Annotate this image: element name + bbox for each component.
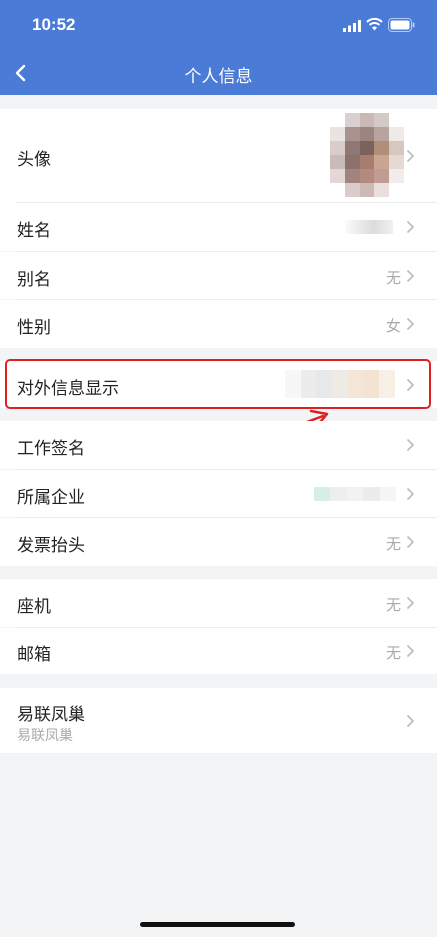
chevron-right-icon [406, 714, 415, 728]
nav-bar: 个人信息 [0, 50, 437, 95]
row-invoice-title[interactable]: 发票抬头 无 [0, 518, 437, 566]
row-label: 邮箱 [17, 645, 51, 665]
header: 10:52 个人信息 [0, 0, 437, 95]
status-bar: 10:52 [0, 0, 437, 50]
row-label: 发票抬头 [17, 536, 85, 556]
row-label: 座机 [17, 597, 51, 617]
row-label: 头像 [17, 150, 51, 170]
row-work-signature[interactable]: 工作签名 [0, 421, 437, 469]
avatar [330, 113, 404, 197]
battery-icon [388, 18, 415, 32]
row-value: 无 [385, 596, 401, 614]
chevron-right-icon [406, 269, 415, 283]
row-value: 无 [385, 644, 401, 662]
status-time: 10:52 [32, 15, 76, 34]
name-value-redacted [345, 220, 393, 234]
row-label: 易联凤巢 [17, 705, 85, 725]
home-indicator[interactable] [140, 922, 295, 927]
row-avatar[interactable]: 头像 [0, 109, 437, 203]
chevron-right-icon [406, 438, 415, 452]
row-value: 女 [385, 317, 401, 335]
chevron-right-icon [406, 149, 415, 163]
chevron-right-icon [406, 220, 415, 234]
row-label: 所属企业 [17, 488, 85, 508]
wifi-icon [366, 17, 383, 31]
row-name[interactable]: 姓名 [0, 203, 437, 251]
row-landline[interactable]: 座机 无 [0, 579, 437, 627]
row-email[interactable]: 邮箱 无 [0, 628, 437, 674]
row-label: 性别 [17, 318, 51, 338]
row-gender[interactable]: 性别 女 [0, 300, 437, 348]
row-label: 别名 [17, 270, 51, 290]
row-app[interactable]: 易联凤巢 易联凤巢 [0, 688, 437, 753]
row-company[interactable]: 所属企业 [0, 470, 437, 517]
row-value: 无 [385, 269, 401, 287]
chevron-right-icon [406, 596, 415, 610]
page-title: 个人信息 [184, 67, 253, 87]
chevron-right-icon [406, 487, 415, 501]
row-subtitle: 易联凤巢 [17, 728, 73, 744]
row-label: 姓名 [17, 221, 51, 241]
chevron-right-icon [406, 317, 415, 331]
signal-icon [343, 20, 361, 32]
row-label: 工作签名 [17, 439, 85, 459]
highlight-box [5, 359, 431, 409]
chevron-right-icon [406, 535, 415, 549]
row-alias[interactable]: 别名 无 [0, 252, 437, 299]
chevron-right-icon [406, 644, 415, 658]
row-value: 无 [385, 535, 401, 553]
company-value-redacted [314, 487, 396, 501]
